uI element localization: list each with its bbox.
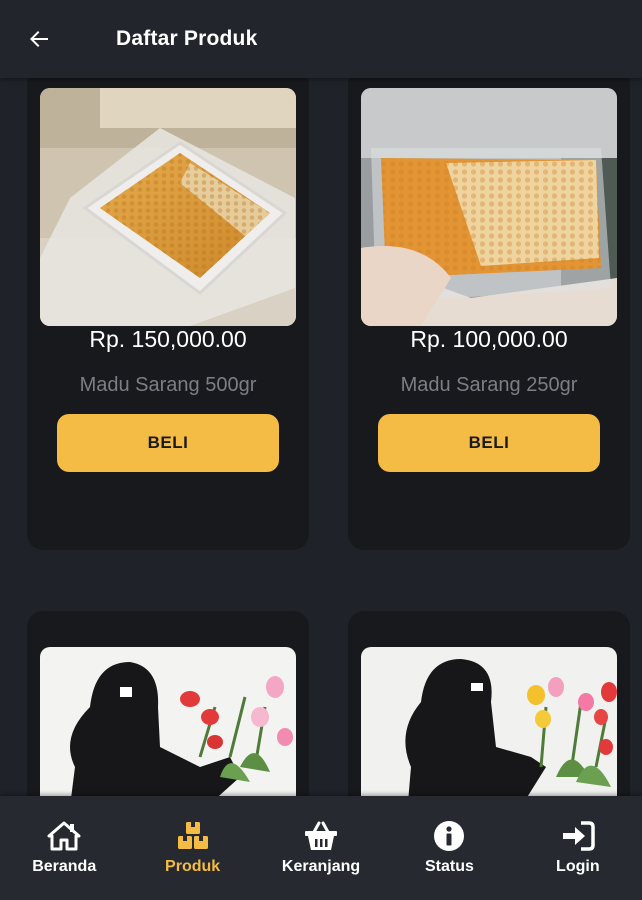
info-icon (434, 821, 465, 851)
product-card (27, 611, 309, 796)
product-image[interactable] (40, 88, 296, 326)
sign-in-icon (562, 821, 595, 851)
nav-label: Status (424, 858, 474, 875)
honeycomb-tray-photo (40, 88, 296, 326)
home-icon (47, 821, 81, 851)
page-title: Daftar Produk (116, 27, 258, 50)
product-image[interactable] (361, 647, 617, 796)
nav-label: Login (556, 858, 600, 875)
basket-icon (305, 821, 338, 850)
nav-item-keranjang[interactable]: Keranjang (257, 796, 385, 900)
app-header: Daftar Produk (0, 0, 642, 78)
nav-item-login[interactable]: Login (514, 796, 642, 900)
black-niqab-with-tulips-photo (361, 647, 617, 796)
product-image[interactable] (361, 88, 617, 326)
nav-item-produk[interactable]: Produk (128, 796, 256, 900)
bottom-navigation: Beranda Produk Keranjang Status Login (0, 796, 642, 900)
product-price: Rp. 150,000.00 (89, 326, 247, 352)
product-card: Rp. 100,000.00 Madu Sarang 250gr BELI (348, 78, 630, 550)
nav-label: Produk (165, 858, 221, 875)
product-grid[interactable]: Rp. 150,000.00 Madu Sarang 500gr BELI Rp… (0, 78, 642, 796)
product-card (348, 611, 630, 796)
back-button[interactable] (0, 0, 78, 78)
boxes-icon (177, 822, 208, 849)
black-niqab-with-flowers-photo (40, 647, 296, 796)
product-image[interactable] (40, 647, 296, 796)
honeycomb-bag-photo (361, 88, 617, 326)
nav-label: Beranda (32, 858, 97, 875)
product-price: Rp. 100,000.00 (410, 326, 568, 352)
nav-label: Keranjang (281, 858, 361, 875)
app-screen: Daftar Produk Rp. 150,000.00 Madu Sarang… (0, 0, 642, 900)
buy-button[interactable]: BELI (378, 414, 600, 472)
product-name: Madu Sarang 250gr (400, 374, 578, 396)
arrow-left-icon (30, 31, 48, 47)
product-name: Madu Sarang 500gr (79, 374, 257, 396)
nav-item-status[interactable]: Status (385, 796, 513, 900)
buy-button[interactable]: BELI (57, 414, 279, 472)
nav-item-beranda[interactable]: Beranda (0, 796, 128, 900)
product-card: Rp. 150,000.00 Madu Sarang 500gr BELI (27, 78, 309, 550)
